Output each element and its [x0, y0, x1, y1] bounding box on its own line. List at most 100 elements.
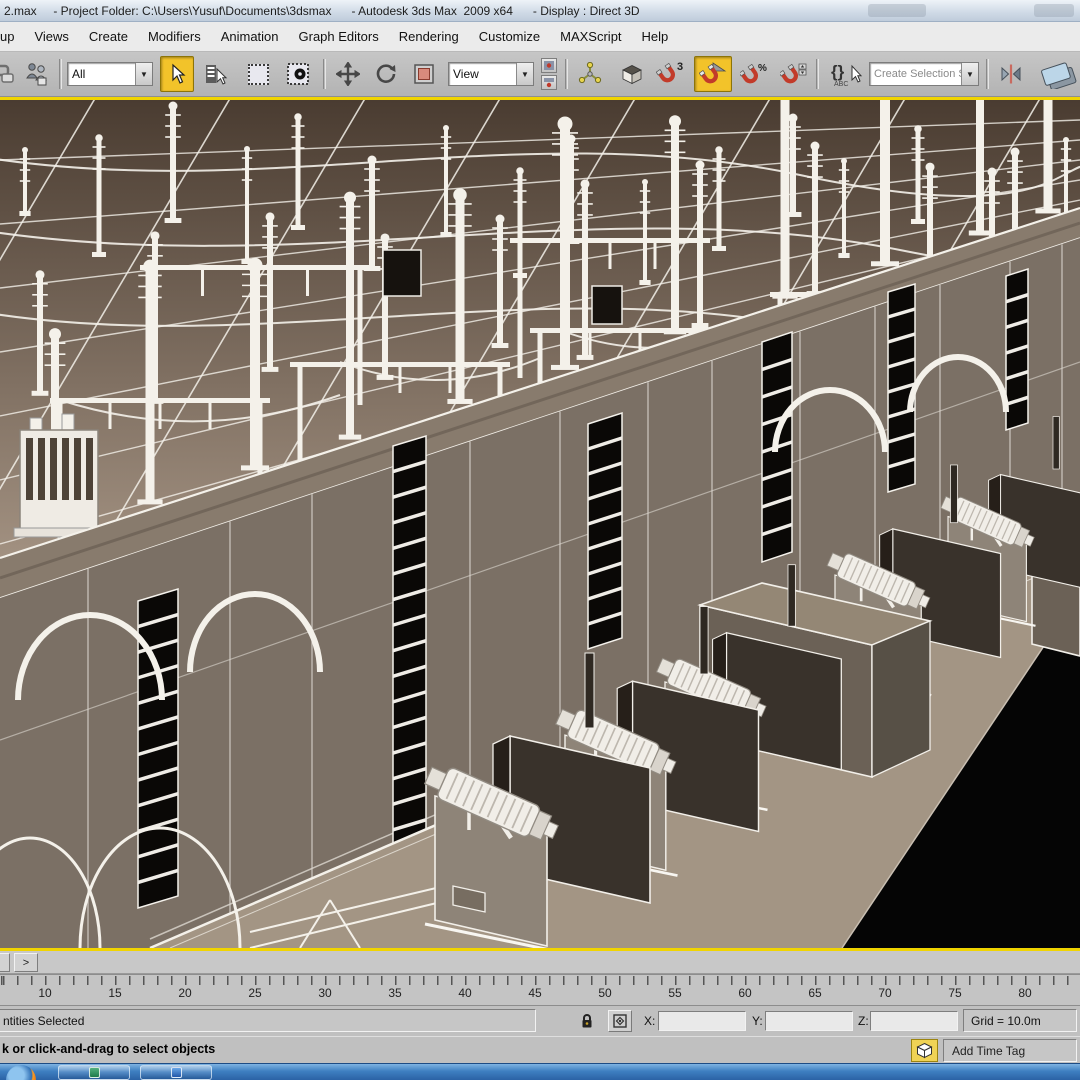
rectangular-selection-region-button[interactable]: [241, 56, 275, 92]
taskbar-app-button-1[interactable]: [58, 1065, 130, 1080]
track-bar[interactable]: 10 15 20 25 30 35 40 45 50 55 60 65 70 75 80: [0, 974, 1080, 1006]
next-frame-button[interactable]: >: [14, 953, 38, 972]
select-arrow-icon: [172, 63, 186, 84]
unlink-selection-button[interactable]: [0, 56, 15, 92]
frame-number: 15: [108, 986, 122, 1000]
menu-item-customize[interactable]: Customize: [469, 22, 550, 51]
snap-cube-icon: [622, 65, 642, 85]
select-and-scale-button[interactable]: [407, 56, 441, 92]
taskbar-app-button-2[interactable]: [140, 1065, 212, 1080]
named-sets-icon: {} ABC: [831, 62, 863, 88]
previous-frame-button[interactable]: [0, 953, 10, 972]
ruler-top-line: [0, 974, 1080, 975]
grid-size-text: Grid = 10.0m: [971, 1013, 1041, 1028]
percent-snap-toggle-button[interactable]: %: [737, 56, 771, 92]
manipulate-icon: [578, 62, 602, 84]
toolbar-separator: [323, 59, 326, 89]
menu-item-help[interactable]: Help: [632, 22, 679, 51]
grid-size-field: Grid = 10.0m: [963, 1009, 1077, 1032]
x-coordinate-input[interactable]: [658, 1011, 746, 1031]
toolbar-separator: [986, 59, 989, 89]
selection-filter-value: All: [72, 67, 86, 81]
snap-3d-button[interactable]: 3: [653, 56, 687, 92]
select-object-button[interactable]: [160, 56, 194, 92]
percent-snap-icon: %: [740, 63, 767, 84]
frame-number: 30: [318, 986, 332, 1000]
menu-bar: up Views Create Modifiers Animation Graph Edi…: [0, 22, 1080, 52]
select-and-move-button[interactable]: [331, 56, 365, 92]
menu-item-views[interactable]: Views: [24, 22, 78, 51]
window-close-control[interactable]: [1034, 4, 1074, 17]
menu-item-create[interactable]: Create: [79, 22, 138, 51]
wall-window-strip: [392, 434, 427, 883]
mirror-icon: [1001, 64, 1021, 84]
menu-item-maxscript[interactable]: MAXScript: [550, 22, 631, 51]
window-controls[interactable]: [868, 4, 926, 17]
layers-icon: [1041, 62, 1077, 89]
absolute-mode-transform-button[interactable]: [608, 1010, 632, 1032]
svg-text:{}: {}: [831, 62, 845, 81]
viewport-perspective[interactable]: [0, 97, 1080, 951]
select-by-name-icon: [206, 65, 228, 85]
toolbar-separator: [816, 59, 819, 89]
menu-item-rendering[interactable]: Rendering: [389, 22, 469, 51]
select-and-manipulate-button[interactable]: [573, 56, 607, 92]
frame-number: 50: [598, 986, 612, 1000]
selection-filter-dropdown[interactable]: All ▼: [67, 62, 153, 86]
chevron-down-icon[interactable]: ▼: [516, 63, 533, 85]
viewport-scene[interactable]: [0, 100, 1080, 948]
bind-to-space-warp-button[interactable]: [20, 56, 54, 92]
snaps-toggle-button[interactable]: [615, 56, 649, 92]
layer-manager-button[interactable]: [1038, 56, 1080, 92]
isolate-cube-button[interactable]: [911, 1039, 938, 1062]
angle-snap-toggle-button[interactable]: [694, 56, 732, 92]
move-icon: [336, 62, 360, 86]
frame-number: 65: [808, 986, 822, 1000]
reference-coordinate-system-dropdown[interactable]: View ▼: [448, 62, 534, 86]
status-bar: ntities Selected X: Y: Z: Grid = 10.0m: [0, 1006, 1080, 1036]
menu-item-modifiers[interactable]: Modifiers: [138, 22, 211, 51]
wall-window-strip: [1005, 267, 1029, 432]
wall-window-strip: [137, 587, 179, 910]
frame-number: 35: [388, 986, 402, 1000]
selection-lock-toggle[interactable]: [576, 1011, 598, 1031]
frame-number: 20: [178, 986, 192, 1000]
frame-number: 60: [738, 986, 752, 1000]
spinner-snap-toggle-button[interactable]: [777, 56, 811, 92]
named-selection-set-dropdown[interactable]: Create Selection Set ▼: [869, 62, 979, 86]
window-titlebar[interactable]: 2.max - Project Folder: C:\Users\Yusuf\D…: [0, 0, 1080, 22]
y-coordinate-input[interactable]: [765, 1011, 853, 1031]
menu-item-graph-editors[interactable]: Graph Editors: [289, 22, 389, 51]
use-pivot-point-icon: [541, 58, 557, 73]
rect-region-icon: [247, 63, 269, 85]
svg-text:3: 3: [677, 61, 683, 73]
add-time-tag-text: Add Time Tag: [952, 1043, 1026, 1058]
chevron-down-icon[interactable]: ▼: [135, 63, 152, 85]
frame-number: 45: [528, 986, 542, 1000]
prompt-message: k or click-and-drag to select objects: [2, 1042, 216, 1056]
selection-set-placeholder: Create Selection Set: [874, 68, 961, 80]
svg-text:ABC: ABC: [834, 81, 848, 88]
y-axis-label: Y:: [752, 1014, 763, 1028]
frame-number: 40: [458, 986, 472, 1000]
select-and-rotate-button[interactable]: [369, 56, 403, 92]
use-center-flyout[interactable]: [541, 58, 557, 90]
chevron-down-icon[interactable]: ▼: [961, 63, 978, 85]
menu-item-animation[interactable]: Animation: [211, 22, 289, 51]
firefox-icon[interactable]: [6, 1065, 36, 1080]
add-time-tag-field[interactable]: Add Time Tag: [943, 1039, 1077, 1062]
wall-window-strip: [587, 411, 623, 651]
frame-number: 70: [878, 986, 892, 1000]
rotate-icon: [376, 64, 396, 83]
menu-item-up[interactable]: up: [0, 22, 24, 51]
spinner-snap-icon: [780, 63, 807, 84]
select-by-name-button[interactable]: [199, 56, 233, 92]
window-crossing-toggle-button[interactable]: [281, 56, 315, 92]
z-axis-label: Z:: [858, 1014, 869, 1028]
mirror-button[interactable]: [994, 56, 1028, 92]
bind-to-space-warp-icon: [26, 63, 47, 86]
frame-number: 55: [668, 986, 682, 1000]
edit-named-selection-sets-button[interactable]: {} ABC: [827, 56, 867, 92]
z-coordinate-input[interactable]: [870, 1011, 958, 1031]
time-slider-row: >: [0, 951, 1080, 974]
